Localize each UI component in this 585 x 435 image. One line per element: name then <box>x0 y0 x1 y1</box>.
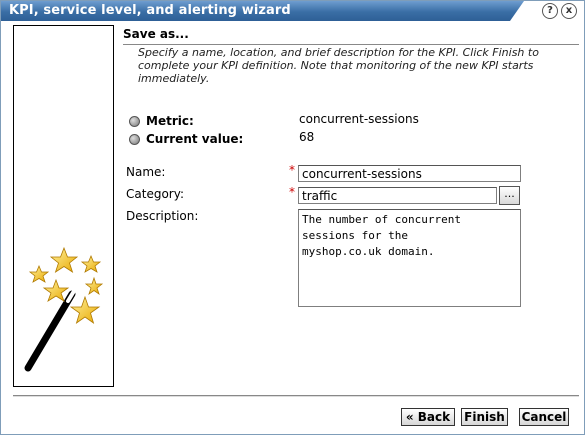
footer-divider <box>13 395 579 397</box>
name-input[interactable]: concurrent-sessions <box>298 165 521 182</box>
finish-button[interactable]: Finish <box>461 408 508 426</box>
magic-wand-stars-icon <box>24 246 104 372</box>
name-label: Name: <box>126 165 166 179</box>
metric-value: concurrent-sessions <box>299 112 419 126</box>
window-title: KPI, service level, and alerting wizard <box>9 3 291 18</box>
intro-text: Specify a name, location, and brief desc… <box>138 46 539 85</box>
close-icon[interactable]: x <box>561 3 577 19</box>
title-bar: KPI, service level, and alerting wizard … <box>1 1 584 21</box>
current-value: 68 <box>299 130 315 144</box>
description-textarea[interactable]: The number of concurrent sessions for th… <box>298 209 521 307</box>
description-label: Description: <box>126 209 199 223</box>
help-icon[interactable]: ? <box>542 3 558 19</box>
bullet-icon <box>129 134 140 145</box>
title-bar-controls: ? x <box>510 1 584 21</box>
required-marker: * <box>289 185 295 199</box>
cancel-button[interactable]: Cancel <box>519 408 569 426</box>
category-browse-button[interactable]: ... <box>499 186 520 205</box>
bullet-icon <box>129 116 140 127</box>
divider <box>123 44 579 45</box>
required-marker: * <box>289 163 295 177</box>
wizard-window: KPI, service level, and alerting wizard … <box>0 0 585 435</box>
metric-label: Metric: <box>146 114 194 128</box>
current-value-label: Current value: <box>146 132 244 146</box>
category-label: Category: <box>126 187 184 201</box>
section-title: Save as... <box>123 27 189 41</box>
wizard-side-image <box>13 25 114 387</box>
category-input[interactable]: traffic <box>298 187 497 204</box>
back-button[interactable]: « Back <box>401 408 455 426</box>
